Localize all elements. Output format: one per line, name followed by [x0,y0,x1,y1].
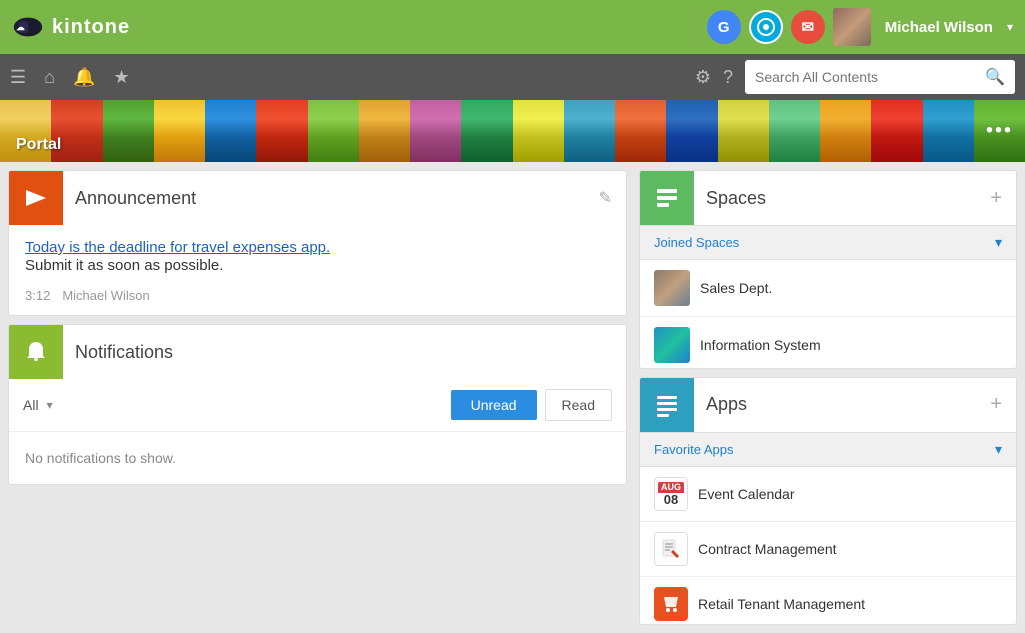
apps-add-icon[interactable]: + [990,393,1002,416]
app-thumb-contract [654,532,688,566]
apps-chevron-icon[interactable]: ▾ [995,441,1002,458]
announcement-icon [22,184,50,212]
space-thumb-info [654,327,690,363]
notifications-header: Notifications [9,325,626,379]
announcement-body-text: Submit it as soon as possible. [25,257,610,274]
hamburger-icon[interactable]: ☰ [10,67,26,88]
space-item-info[interactable]: Information System [640,317,1016,369]
announcement-author: Michael Wilson [62,288,149,303]
avatar [833,8,871,46]
filter-chevron-icon[interactable]: ▾ [47,398,53,412]
spaces-icon [653,184,681,212]
search-button[interactable]: 🔍 [975,60,1015,94]
apps-header: Apps + [640,378,1016,432]
search-wrapper: 🔍 [745,60,1015,94]
space-name-sales: Sales Dept. [700,280,772,296]
btn-read[interactable]: Read [545,389,612,421]
bell-icon[interactable]: 🔔 [73,67,95,88]
app-item-contract[interactable]: Contract Management [640,522,1016,577]
announcement-meta: 3:12 Michael Wilson [25,288,610,303]
svg-text:☁: ☁ [16,22,25,32]
apps-title: Apps [706,394,978,415]
spaces-icon-bg [640,171,694,225]
app-name-retail: Retail Tenant Management [698,596,865,612]
announcement-link-text[interactable]: Today is the deadline for travel expense… [25,239,610,257]
star-icon[interactable]: ★ [113,67,129,88]
announcement-card: Announcement ✎ Today is the deadline for… [8,170,627,316]
announcement-header: Announcement ✎ [9,171,626,225]
space-thumb-sales [654,270,690,306]
help-icon[interactable]: ? [723,67,733,88]
app-item-calendar[interactable]: AUG 08 Event Calendar [640,467,1016,522]
announcement-time: 3:12 [25,288,50,303]
bell-card-icon [22,338,50,366]
announcement-link[interactable]: Today is the deadline for travel expense… [25,239,330,256]
announcement-edit-icon[interactable]: ✎ [599,188,612,208]
search-input[interactable] [745,62,975,92]
other-app-button[interactable] [749,10,783,44]
user-dropdown-icon[interactable]: ▾ [1007,20,1013,34]
spaces-add-icon[interactable]: + [990,187,1002,210]
app-item-retail[interactable]: Retail Tenant Management [640,577,1016,625]
apps-icon-bg [640,378,694,432]
portal-label: Portal [16,136,61,154]
apps-icon [653,391,681,419]
top-bar-right: G ✉ Michael Wilson ▾ [707,8,1013,46]
apps-card: Apps + Favorite Apps ▾ AUG 08 Event Cale… [639,377,1017,625]
settings-icon[interactable]: ⚙ [695,67,711,88]
kintone-logo-icon: ☁ [12,16,44,38]
filter-all-label[interactable]: All [23,397,39,413]
space-name-info: Information System [700,337,821,353]
google-app-button[interactable]: G [707,10,741,44]
notifications-icon-bg [9,325,63,379]
spaces-subheader: Joined Spaces ▾ [640,225,1016,260]
app-name-calendar: Event Calendar [698,486,795,502]
announcement-icon-bg [9,171,63,225]
notifications-filter: All ▾ Unread Read [9,379,626,432]
spaces-subheader-label: Joined Spaces [654,235,995,250]
spaces-card: Spaces + Joined Spaces ▾ Sales Dept. Inf… [639,170,1017,369]
user-name: Michael Wilson [879,19,999,36]
app-name-contract: Contract Management [698,541,837,557]
top-bar: ☁ kintone G ✉ Michael Wilson ▾ [0,0,1025,54]
apps-subheader-label: Favorite Apps [654,442,995,457]
btn-unread[interactable]: Unread [451,390,537,420]
app-thumb-calendar: AUG 08 [654,477,688,511]
nav-bar: ☰ ⌂ 🔔 ★ ⚙ ? 🔍 [0,54,1025,100]
nav-right: ⚙ ? 🔍 [695,60,1015,94]
portal-more-button[interactable]: ••• [986,120,1013,143]
left-panel: Announcement ✎ Today is the deadline for… [0,162,635,633]
notifications-empty: No notifications to show. [9,432,626,484]
announcement-title: Announcement [75,188,587,209]
portal-banner: Portal ••• [0,100,1025,162]
right-panel: Spaces + Joined Spaces ▾ Sales Dept. Inf… [635,162,1025,633]
nav-icons: ☰ ⌂ 🔔 ★ [10,67,695,88]
spaces-header: Spaces + [640,171,1016,225]
app-thumb-retail [654,587,688,621]
notifications-title: Notifications [75,342,612,363]
mail-app-button[interactable]: ✉ [791,10,825,44]
logo-text: kintone [52,16,130,39]
announcement-body: Today is the deadline for travel expense… [9,225,626,315]
space-item-sales[interactable]: Sales Dept. [640,260,1016,317]
home-icon[interactable]: ⌂ [44,67,55,88]
logo-area: ☁ kintone [12,16,707,39]
apps-subheader: Favorite Apps ▾ [640,432,1016,467]
spaces-chevron-icon[interactable]: ▾ [995,234,1002,251]
notifications-card: Notifications All ▾ Unread Read No notif… [8,324,627,485]
avatar-image [833,8,871,46]
main-content: Announcement ✎ Today is the deadline for… [0,162,1025,633]
spaces-title: Spaces [706,188,978,209]
